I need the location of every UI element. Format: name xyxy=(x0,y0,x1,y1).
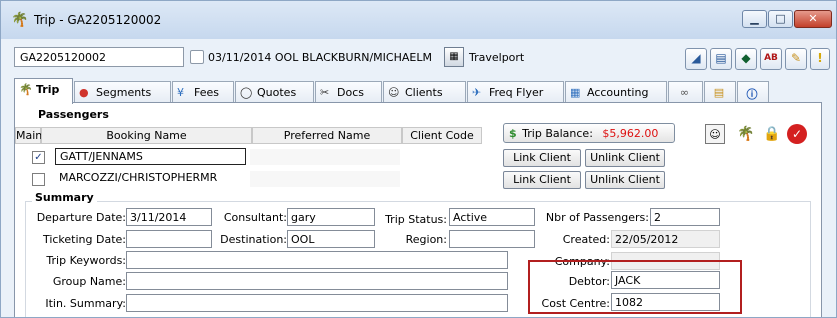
tab-label: Trip xyxy=(36,83,60,96)
unlink-client-button[interactable]: Unlink Client xyxy=(585,171,665,189)
trip-window: 🌴 Trip - GA2205120002 ▁ □ ✕ GA2205120002… xyxy=(0,0,837,318)
tab-label: Clients xyxy=(405,86,443,99)
ticketing-date-field[interactable] xyxy=(126,230,212,248)
palm-tree-color-icon[interactable]: 🌴 xyxy=(734,124,758,144)
user-search-icon[interactable]: ☺ xyxy=(705,124,725,144)
unlink-client-button[interactable]: Unlink Client xyxy=(585,149,665,167)
tab-label: Quotes xyxy=(257,86,297,99)
summary-title: Summary xyxy=(32,191,97,204)
pencil-icon[interactable]: ✎ xyxy=(785,48,807,70)
tab-fees[interactable]: ¥ Fees xyxy=(172,81,234,103)
freq-flyer-icon: ✈ xyxy=(472,86,482,99)
docs-icon: ✂ xyxy=(320,86,330,99)
departure-date-field[interactable]: 3/11/2014 xyxy=(126,208,212,226)
group-name-label: Group Name: xyxy=(52,275,126,288)
created-field: 22/05/2012 xyxy=(611,230,720,248)
spellcheck-icon[interactable]: AB xyxy=(760,48,782,70)
tab-notes[interactable]: ▤ xyxy=(704,81,736,103)
consultant-label: Consultant: xyxy=(223,211,287,224)
nbr-passengers-field[interactable]: 2 xyxy=(650,208,720,226)
fees-icon: ¥ xyxy=(177,86,184,99)
accounting-icon: ▦ xyxy=(570,86,581,99)
maximize-button[interactable]: □ xyxy=(768,10,793,28)
check-mark-icon[interactable]: ✓ xyxy=(787,124,807,144)
trip-balance-button[interactable]: $ Trip Balance: $5,962.00 xyxy=(503,123,675,143)
window-title: Trip - GA2205120002 xyxy=(34,13,162,27)
booking-name-cell[interactable]: MARCOZZI/CHRISTOPHERMR xyxy=(55,170,246,187)
title-bar: 🌴 Trip - GA2205120002 ▁ □ ✕ xyxy=(1,1,836,39)
trip-status-field[interactable]: Active xyxy=(449,208,535,226)
segments-icon: ● xyxy=(79,86,89,99)
booking-name-cell[interactable]: GATT/JENNAMS xyxy=(55,148,246,165)
trip-header: GA2205120002 03/11/2014 OOL BLACKBURN/MI… xyxy=(1,39,836,73)
notes-icon: ▤ xyxy=(713,86,725,99)
tab-label: Docs xyxy=(337,86,364,99)
ticketing-date-label: Ticketing Date: xyxy=(42,233,126,246)
grid-icon[interactable]: ▦ xyxy=(444,47,464,67)
tab-info[interactable]: ⓘ xyxy=(737,81,769,103)
minimize-button[interactable]: ▁ xyxy=(742,10,767,28)
departure-date-label: Departure Date: xyxy=(36,211,126,224)
info-icon: ⓘ xyxy=(746,88,758,101)
preferred-name-cell[interactable] xyxy=(250,171,400,187)
tab-trip[interactable]: 🌴 Trip xyxy=(14,78,73,104)
tab-label: Segments xyxy=(96,86,152,99)
region-field[interactable] xyxy=(449,230,535,248)
tab-bar: 🌴 Trip ● Segments ¥ Fees ◯ Quotes ✂ Docs ☺ Cli… xyxy=(14,78,822,104)
speech-bubble-icon: ◯ xyxy=(240,86,253,99)
group-name-field[interactable] xyxy=(126,272,508,290)
clients-icon: ☺ xyxy=(388,86,400,99)
link-icon: ∞ xyxy=(679,86,690,99)
itin-summary-label: Itin. Summary: xyxy=(45,297,126,310)
region-label: Region: xyxy=(405,233,447,246)
warning-icon[interactable]: ! xyxy=(810,48,830,70)
provider-label: Travelport xyxy=(469,51,525,64)
destination-field[interactable]: OOL xyxy=(287,230,375,248)
consultant-field[interactable]: gary xyxy=(287,208,375,226)
trip-keywords-label: Trip Keywords: xyxy=(46,254,126,267)
main-checkbox[interactable]: ✓ xyxy=(32,151,45,164)
debtor-cost-centre-highlight xyxy=(528,260,742,314)
itin-summary-field[interactable] xyxy=(126,294,508,312)
lock-icon[interactable]: 🔒 xyxy=(763,124,781,144)
document-icon[interactable]: ▤ xyxy=(710,48,732,70)
palm-tree-icon: 🌴 xyxy=(11,12,29,28)
col-main: Main xyxy=(15,127,43,144)
tab-segments[interactable]: ● Segments xyxy=(74,81,171,103)
tab-docs[interactable]: ✂ Docs xyxy=(315,81,382,103)
col-preferred-name: Preferred Name xyxy=(252,127,402,144)
trip-panel: Passengers Main Booking Name Preferred N… xyxy=(14,102,822,317)
tab-freq-flyer[interactable]: ✈ Freq Flyer xyxy=(467,81,564,103)
trip-description: 03/11/2014 OOL BLACKBURN/MICHAELM xyxy=(208,51,432,64)
col-client-code: Client Code xyxy=(402,127,482,144)
trip-balance-label: Trip Balance: xyxy=(522,127,593,140)
tab-label: Fees xyxy=(194,86,219,99)
trip-balance-value: $5,962.00 xyxy=(602,127,659,140)
col-booking-name: Booking Name xyxy=(41,127,252,144)
passengers-title: Passengers xyxy=(38,108,109,121)
tab-quotes[interactable]: ◯ Quotes xyxy=(235,81,314,103)
main-checkbox[interactable] xyxy=(32,173,45,186)
trip-checkbox[interactable] xyxy=(190,50,204,64)
preferred-name-cell[interactable] xyxy=(250,149,400,165)
shield-icon[interactable]: ◆ xyxy=(735,48,757,70)
link-client-button[interactable]: Link Client xyxy=(503,149,581,167)
close-button[interactable]: ✕ xyxy=(794,10,832,28)
tab-label: Freq Flyer xyxy=(489,86,544,99)
tab-accounting[interactable]: ▦ Accounting xyxy=(565,81,667,103)
trip-keywords-field[interactable] xyxy=(126,251,508,269)
tab-clients[interactable]: ☺ Clients xyxy=(383,81,466,103)
trip-id-field[interactable]: GA2205120002 xyxy=(14,47,184,67)
destination-label: Destination: xyxy=(220,233,287,246)
link-client-button[interactable]: Link Client xyxy=(503,171,581,189)
money-bag-icon: $ xyxy=(509,127,517,140)
palm-tree-icon: 🌴 xyxy=(19,83,33,96)
nbr-passengers-label: Nbr of Passengers: xyxy=(545,211,649,224)
trip-status-label: Trip Status: xyxy=(385,213,447,226)
created-label: Created: xyxy=(562,233,610,246)
tab-link[interactable]: ∞ xyxy=(668,81,703,103)
tab-label: Accounting xyxy=(587,86,649,99)
chart-icon[interactable]: ◢ xyxy=(685,48,707,70)
